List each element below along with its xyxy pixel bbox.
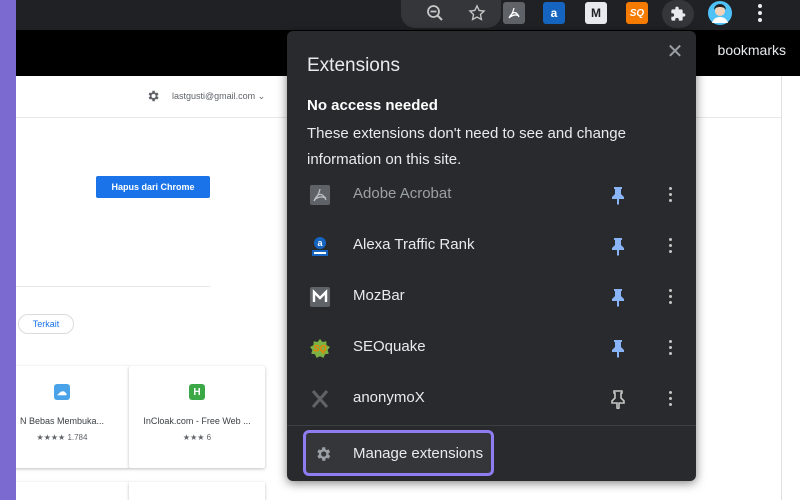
gear-icon bbox=[317, 447, 331, 461]
incloak-icon: H bbox=[189, 384, 205, 400]
more-vert-icon[interactable] bbox=[661, 285, 679, 307]
card-rating: ★★★ 6 bbox=[129, 433, 265, 442]
adobe-acrobat-icon[interactable] bbox=[503, 2, 525, 24]
alexa-icon[interactable]: a bbox=[543, 2, 565, 24]
pin-filled-icon[interactable] bbox=[609, 338, 627, 358]
mozbar-icon bbox=[309, 286, 331, 308]
extension-row[interactable]: SQ SEOquake bbox=[287, 324, 696, 375]
zoom-icon[interactable] bbox=[423, 0, 447, 26]
profile-avatar[interactable] bbox=[706, 0, 734, 26]
extension-name: anonymoX bbox=[353, 389, 425, 406]
svg-text:SQ: SQ bbox=[313, 344, 326, 354]
related-card[interactable]: ☁ N Bebas Membuka... ★★★★ 1.784 bbox=[16, 366, 130, 468]
mozbar-icon[interactable]: M bbox=[585, 2, 607, 24]
more-vert-icon[interactable] bbox=[750, 0, 770, 26]
more-vert-icon[interactable] bbox=[661, 234, 679, 256]
section-description: These extensions don't need to see and c… bbox=[307, 125, 626, 168]
adobe-acrobat-icon bbox=[309, 184, 331, 206]
extension-name: MozBar bbox=[353, 287, 405, 304]
browser-toolbar: a M SQ bbox=[16, 0, 800, 30]
divider bbox=[16, 286, 210, 287]
section-heading: No access needed bbox=[307, 97, 438, 114]
manage-extensions-label: Manage extensions bbox=[353, 445, 484, 462]
star-rating: ★★★ bbox=[182, 433, 205, 442]
popup-title: Extensions bbox=[307, 55, 400, 76]
manage-extensions-button[interactable]: Manage extensions bbox=[303, 430, 494, 476]
star-icon[interactable] bbox=[465, 0, 489, 26]
card-title: N Bebas Membuka... bbox=[19, 416, 105, 426]
extension-row[interactable]: anonymoX bbox=[287, 375, 696, 426]
extension-row[interactable]: Adobe Acrobat bbox=[287, 171, 696, 222]
omnibox-end[interactable] bbox=[401, 0, 501, 28]
rating-count: 6 bbox=[206, 433, 212, 442]
account-email[interactable]: lastgusti@gmail.com ⌄ bbox=[172, 91, 265, 102]
settings-gear-icon[interactable] bbox=[146, 89, 160, 103]
pin-filled-icon[interactable] bbox=[609, 236, 627, 256]
cloud-icon: ☁ bbox=[54, 384, 70, 400]
bookmarks-label[interactable]: bookmarks bbox=[718, 42, 786, 58]
related-card[interactable]: H InCloak.com - Free Web ... ★★★ 6 bbox=[129, 366, 265, 468]
anonymox-icon bbox=[309, 388, 331, 410]
extension-row[interactable]: MozBar bbox=[287, 273, 696, 324]
account-email-text: lastgusti@gmail.com bbox=[172, 91, 256, 101]
remove-from-chrome-button[interactable]: Hapus dari Chrome bbox=[96, 176, 210, 198]
more-vert-icon[interactable] bbox=[661, 387, 679, 409]
divider bbox=[287, 425, 696, 426]
extension-name: Adobe Acrobat bbox=[353, 185, 452, 202]
pin-filled-icon[interactable] bbox=[609, 185, 627, 205]
extensions-popup: Extensions ✕ No access needed These exte… bbox=[287, 31, 696, 481]
rating-count: 1.784 bbox=[67, 433, 88, 442]
seoquake-icon: SQ bbox=[309, 337, 331, 359]
card-rating: ★★★★ 1.784 bbox=[16, 433, 130, 442]
seoquake-icon[interactable]: SQ bbox=[626, 2, 648, 24]
pin-outline-icon[interactable] bbox=[609, 389, 627, 411]
more-vert-icon[interactable] bbox=[661, 183, 679, 205]
star-rating: ★★★★ bbox=[36, 433, 66, 442]
card-title: InCloak.com - Free Web ... bbox=[143, 416, 251, 426]
more-vert-icon[interactable] bbox=[661, 336, 679, 358]
related-card[interactable] bbox=[129, 482, 265, 500]
extension-name: SEOquake bbox=[353, 338, 426, 355]
extensions-puzzle-icon[interactable] bbox=[662, 0, 694, 28]
extension-row[interactable]: a Alexa Traffic Rank bbox=[287, 222, 696, 273]
extension-name: Alexa Traffic Rank bbox=[353, 236, 475, 253]
related-tab-chip[interactable]: Terkait bbox=[18, 314, 74, 334]
pin-filled-icon[interactable] bbox=[609, 287, 627, 307]
related-card[interactable] bbox=[16, 482, 130, 500]
alexa-icon: a bbox=[309, 235, 331, 257]
close-icon[interactable]: ✕ bbox=[663, 39, 687, 63]
